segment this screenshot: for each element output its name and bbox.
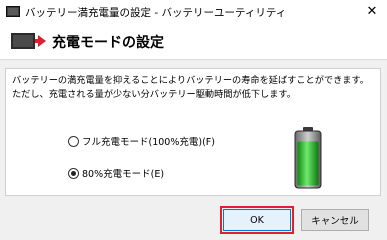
radio-full-charge[interactable]: フル充電モード(100%充電)(F) [68, 134, 215, 148]
battery-charge-arrow-icon [11, 33, 46, 49]
content-panel: バッテリーの満充電量を抑えることによりバッテリーの寿命を延ばすことができます。た… [0, 60, 387, 240]
battery-level-icon [294, 127, 322, 189]
radio-label: フル充電モード(100%充電)(F) [82, 137, 215, 148]
window-title: バッテリー満充電量の設定 - バッテリーユーティリティ [25, 7, 287, 19]
header: 充電モードの設定 [0, 24, 387, 60]
ok-button[interactable]: OK [220, 206, 294, 234]
charge-mode-group: バッテリーの満充電量を抑えることによりバッテリーの寿命を延ばすことができます。た… [5, 68, 381, 196]
radio-button-selected[interactable] [68, 167, 79, 179]
cancel-button[interactable]: キャンセル [301, 209, 369, 231]
description-text: バッテリーの満充電量を抑えることによりバッテリーの寿命を延ばすことができます。た… [12, 75, 369, 100]
title-bar: バッテリー満充電量の設定 - バッテリーユーティリティ ✕ [0, 0, 387, 24]
close-icon: ✕ [366, 3, 378, 19]
radio-button[interactable] [68, 135, 79, 147]
radio-label: 80%充電モード(E) [82, 169, 165, 180]
app-icon [6, 6, 20, 17]
radio-80-charge[interactable]: 80%充電モード(E) [68, 166, 164, 180]
close-button[interactable]: ✕ [357, 0, 387, 22]
page-title: 充電モードの設定 [52, 35, 164, 51]
